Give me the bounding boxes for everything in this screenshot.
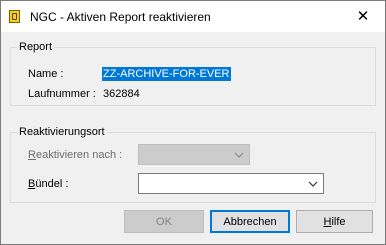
reactivate-to-label-text: eaktivieren nach : (35, 149, 123, 161)
window-title: NGC - Aktiven Report reaktivieren (30, 10, 211, 24)
dialog-window: NGC - Aktiven Report reaktivieren ✕ Repo… (0, 0, 386, 245)
help-button[interactable]: Hilfe (296, 210, 373, 233)
help-label-text: ilfe (331, 215, 346, 228)
app-icon (9, 10, 20, 23)
title-bar: NGC - Aktiven Report reaktivieren ✕ (1, 1, 385, 32)
reactivate-to-dropdown[interactable] (138, 144, 250, 165)
chevron-down-icon (234, 152, 244, 158)
cancel-button[interactable]: Abbrechen (210, 210, 290, 233)
chevron-down-icon (308, 181, 318, 187)
reactivate-to-label: Reaktivieren nach : (28, 148, 122, 162)
close-icon[interactable]: ✕ (341, 1, 385, 31)
name-label: Name : (28, 68, 64, 80)
bundle-dropdown[interactable] (138, 173, 324, 194)
ok-button[interactable]: OK (124, 210, 204, 233)
number-value: 362884 (103, 88, 140, 100)
number-label: Laufnummer : (28, 88, 96, 100)
name-value[interactable]: ZZ-ARCHIVE-FOR-EVER (102, 67, 231, 81)
bundle-label-text: ündel : (35, 178, 69, 190)
reactivate-to-mnemonic: R (28, 149, 36, 161)
help-mnemonic: H (323, 215, 332, 228)
bundle-label: Bündel : (28, 177, 68, 191)
report-group-title: Report (17, 40, 55, 54)
reactivation-group-title: Reaktivierungsort (17, 125, 107, 139)
